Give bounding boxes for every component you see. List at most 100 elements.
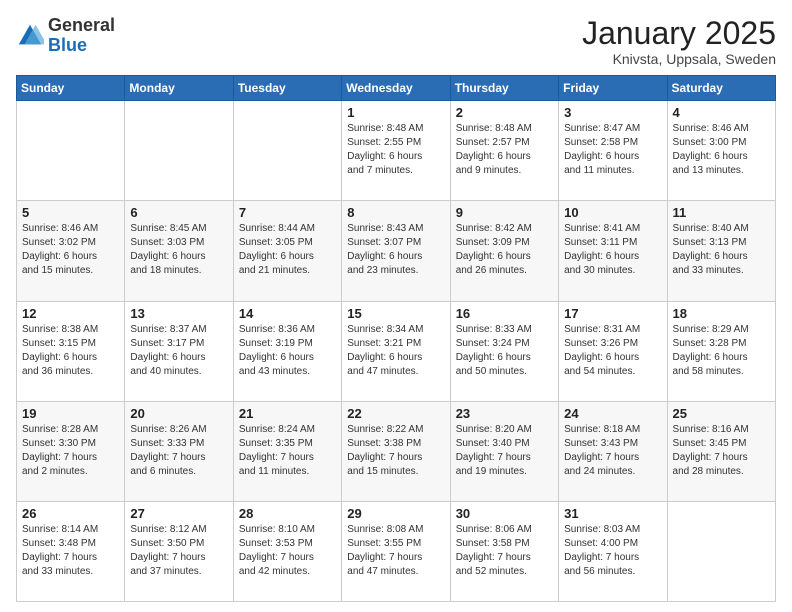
col-sunday: Sunday <box>17 76 125 101</box>
day-number: 3 <box>564 105 661 120</box>
calendar-cell: 5Sunrise: 8:46 AM Sunset: 3:02 PM Daylig… <box>17 201 125 301</box>
logo-icon <box>16 22 44 50</box>
day-number: 11 <box>673 205 770 220</box>
day-info: Sunrise: 8:22 AM Sunset: 3:38 PM Dayligh… <box>347 423 444 479</box>
calendar-cell: 16Sunrise: 8:33 AM Sunset: 3:24 PM Dayli… <box>450 301 558 401</box>
day-number: 29 <box>347 506 444 521</box>
calendar-cell: 23Sunrise: 8:20 AM Sunset: 3:40 PM Dayli… <box>450 401 558 501</box>
day-info: Sunrise: 8:46 AM Sunset: 3:02 PM Dayligh… <box>22 222 119 278</box>
day-info: Sunrise: 8:03 AM Sunset: 4:00 PM Dayligh… <box>564 523 661 579</box>
day-number: 28 <box>239 506 336 521</box>
day-number: 15 <box>347 306 444 321</box>
day-number: 12 <box>22 306 119 321</box>
day-number: 24 <box>564 406 661 421</box>
day-info: Sunrise: 8:29 AM Sunset: 3:28 PM Dayligh… <box>673 323 770 379</box>
day-number: 8 <box>347 205 444 220</box>
calendar-cell: 17Sunrise: 8:31 AM Sunset: 3:26 PM Dayli… <box>559 301 667 401</box>
calendar-cell: 26Sunrise: 8:14 AM Sunset: 3:48 PM Dayli… <box>17 501 125 601</box>
calendar-cell: 27 Sunrise: 8:12 AM Sunset: 3:50 PM Dayli… <box>125 501 233 601</box>
title-block: January 2025 Knivsta, Uppsala, Sweden <box>582 16 776 67</box>
calendar-week-3: 12 Sunrise: 8:38 AM Sunset: 3:15 PM Dayli… <box>17 301 776 401</box>
calendar-cell: 31 Sunrise: 8:03 AM Sunset: 4:00 PM Dayli… <box>559 501 667 601</box>
day-info: Sunrise: 8:33 AM Sunset: 3:24 PM Dayligh… <box>456 323 553 379</box>
calendar-cell <box>667 501 775 601</box>
day-info: Sunrise: 8:48 AM Sunset: 2:55 PM Dayligh… <box>347 122 444 178</box>
calendar-cell: 11 Sunrise: 8:40 AM Sunset: 3:13 PM Dayli… <box>667 201 775 301</box>
day-number: 31 <box>564 506 661 521</box>
day-info: Sunrise: 8:47 AM Sunset: 2:58 PM Dayligh… <box>564 122 661 178</box>
day-number: 19 <box>22 406 119 421</box>
day-info: Sunrise: 8:45 AM Sunset: 3:03 PM Dayligh… <box>130 222 227 278</box>
day-number: 30 <box>456 506 553 521</box>
calendar-cell: 2 Sunrise: 8:48 AM Sunset: 2:57 PM Daylig… <box>450 101 558 201</box>
calendar-cell: 19 Sunrise: 8:28 AM Sunset: 3:30 PM Dayli… <box>17 401 125 501</box>
day-number: 13 <box>130 306 227 321</box>
day-info: Sunrise: 8:48 AM Sunset: 2:57 PM Dayligh… <box>456 122 553 178</box>
calendar-cell: 29 Sunrise: 8:08 AM Sunset: 3:55 PM Dayli… <box>342 501 450 601</box>
day-info: Sunrise: 8:10 AM Sunset: 3:53 PM Dayligh… <box>239 523 336 579</box>
calendar-cell: 12 Sunrise: 8:38 AM Sunset: 3:15 PM Dayli… <box>17 301 125 401</box>
calendar-week-1: 1 Sunrise: 8:48 AM Sunset: 2:55 PM Daylig… <box>17 101 776 201</box>
day-info: Sunrise: 8:28 AM Sunset: 3:30 PM Dayligh… <box>22 423 119 479</box>
day-info: Sunrise: 8:06 AM Sunset: 3:58 PM Dayligh… <box>456 523 553 579</box>
calendar-cell: 15 Sunrise: 8:34 AM Sunset: 3:21 PM Dayli… <box>342 301 450 401</box>
day-number: 7 <box>239 205 336 220</box>
day-number: 6 <box>130 205 227 220</box>
day-info: Sunrise: 8:08 AM Sunset: 3:55 PM Dayligh… <box>347 523 444 579</box>
day-info: Sunrise: 8:14 AM Sunset: 3:48 PM Dayligh… <box>22 523 119 579</box>
calendar-cell: 4 Sunrise: 8:46 AM Sunset: 3:00 PM Daylig… <box>667 101 775 201</box>
col-wednesday: Wednesday <box>342 76 450 101</box>
day-info: Sunrise: 8:26 AM Sunset: 3:33 PM Dayligh… <box>130 423 227 479</box>
calendar-header-row: Sunday Monday Tuesday Wednesday Thursday… <box>17 76 776 101</box>
day-info: Sunrise: 8:41 AM Sunset: 3:11 PM Dayligh… <box>564 222 661 278</box>
calendar-week-5: 26Sunrise: 8:14 AM Sunset: 3:48 PM Dayli… <box>17 501 776 601</box>
day-number: 1 <box>347 105 444 120</box>
calendar-cell: 18Sunrise: 8:29 AM Sunset: 3:28 PM Dayli… <box>667 301 775 401</box>
day-number: 9 <box>456 205 553 220</box>
calendar-cell: 7Sunrise: 8:44 AM Sunset: 3:05 PM Daylig… <box>233 201 341 301</box>
day-number: 21 <box>239 406 336 421</box>
day-info: Sunrise: 8:12 AM Sunset: 3:50 PM Dayligh… <box>130 523 227 579</box>
calendar-cell: 30 Sunrise: 8:06 AM Sunset: 3:58 PM Dayli… <box>450 501 558 601</box>
calendar-cell: 9 Sunrise: 8:42 AM Sunset: 3:09 PM Daylig… <box>450 201 558 301</box>
subtitle: Knivsta, Uppsala, Sweden <box>582 51 776 67</box>
calendar-cell: 20 Sunrise: 8:26 AM Sunset: 3:33 PM Dayli… <box>125 401 233 501</box>
day-number: 20 <box>130 406 227 421</box>
calendar-cell: 8 Sunrise: 8:43 AM Sunset: 3:07 PM Daylig… <box>342 201 450 301</box>
calendar-cell: 22 Sunrise: 8:22 AM Sunset: 3:38 PM Dayli… <box>342 401 450 501</box>
logo-blue: Blue <box>48 35 87 55</box>
calendar-cell: 14Sunrise: 8:36 AM Sunset: 3:19 PM Dayli… <box>233 301 341 401</box>
day-number: 27 <box>130 506 227 521</box>
day-info: Sunrise: 8:40 AM Sunset: 3:13 PM Dayligh… <box>673 222 770 278</box>
month-title: January 2025 <box>582 16 776 51</box>
calendar-cell: 21 Sunrise: 8:24 AM Sunset: 3:35 PM Dayli… <box>233 401 341 501</box>
col-saturday: Saturday <box>667 76 775 101</box>
header: General Blue January 2025 Knivsta, Uppsa… <box>16 16 776 67</box>
calendar-cell <box>125 101 233 201</box>
calendar-cell <box>233 101 341 201</box>
calendar-cell: 6 Sunrise: 8:45 AM Sunset: 3:03 PM Daylig… <box>125 201 233 301</box>
col-tuesday: Tuesday <box>233 76 341 101</box>
calendar-cell: 24Sunrise: 8:18 AM Sunset: 3:43 PM Dayli… <box>559 401 667 501</box>
day-info: Sunrise: 8:43 AM Sunset: 3:07 PM Dayligh… <box>347 222 444 278</box>
calendar-table: Sunday Monday Tuesday Wednesday Thursday… <box>16 75 776 602</box>
day-info: Sunrise: 8:38 AM Sunset: 3:15 PM Dayligh… <box>22 323 119 379</box>
day-number: 4 <box>673 105 770 120</box>
calendar-cell: 13Sunrise: 8:37 AM Sunset: 3:17 PM Dayli… <box>125 301 233 401</box>
day-number: 14 <box>239 306 336 321</box>
day-info: Sunrise: 8:34 AM Sunset: 3:21 PM Dayligh… <box>347 323 444 379</box>
calendar-cell <box>17 101 125 201</box>
day-number: 22 <box>347 406 444 421</box>
day-info: Sunrise: 8:46 AM Sunset: 3:00 PM Dayligh… <box>673 122 770 178</box>
day-number: 17 <box>564 306 661 321</box>
day-number: 10 <box>564 205 661 220</box>
day-info: Sunrise: 8:24 AM Sunset: 3:35 PM Dayligh… <box>239 423 336 479</box>
page-container: General Blue January 2025 Knivsta, Uppsa… <box>0 0 792 612</box>
calendar-cell: 1 Sunrise: 8:48 AM Sunset: 2:55 PM Daylig… <box>342 101 450 201</box>
logo: General Blue <box>16 16 115 56</box>
calendar-week-2: 5Sunrise: 8:46 AM Sunset: 3:02 PM Daylig… <box>17 201 776 301</box>
calendar-cell: 3 Sunrise: 8:47 AM Sunset: 2:58 PM Daylig… <box>559 101 667 201</box>
day-number: 2 <box>456 105 553 120</box>
day-info: Sunrise: 8:42 AM Sunset: 3:09 PM Dayligh… <box>456 222 553 278</box>
day-number: 23 <box>456 406 553 421</box>
